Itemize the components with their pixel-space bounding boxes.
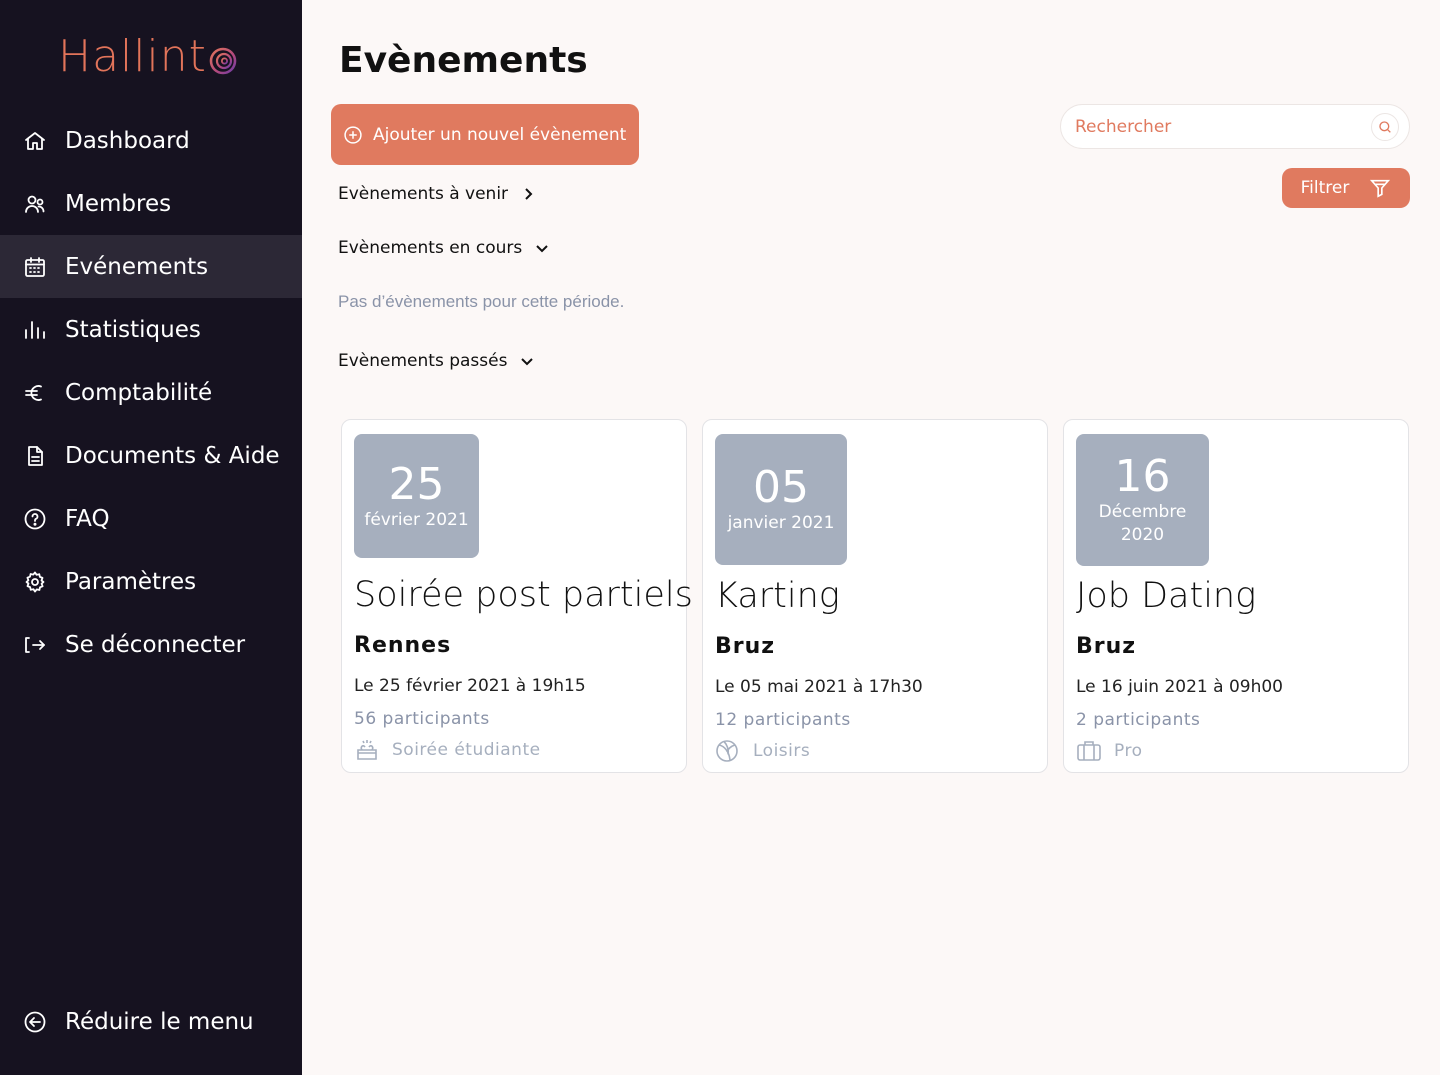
event-city: Bruz — [715, 634, 776, 659]
sidebar-nav: Dashboard Membres Evénements Statistique… — [0, 109, 302, 676]
sidebar-item-label: Comptabilité — [65, 379, 213, 406]
euro-icon — [23, 381, 47, 405]
event-category-label: Soirée étudiante — [392, 740, 541, 760]
collapse-menu: Réduire le menu — [0, 990, 302, 1053]
filter-label: Filtrer — [1300, 178, 1350, 198]
event-participants: 2 participants — [1076, 710, 1201, 730]
add-event-button[interactable]: Ajouter un nouvel évènement — [331, 104, 639, 165]
event-category: Pro — [1076, 739, 1142, 763]
event-participants: 56 participants — [354, 709, 490, 729]
calendar-icon — [23, 255, 47, 279]
event-title: Job Dating — [1076, 576, 1257, 616]
sidebar-item-documents[interactable]: Documents & Aide — [0, 424, 302, 487]
plus-circle-icon — [344, 125, 362, 144]
collapse-menu-button[interactable]: Réduire le menu — [0, 990, 302, 1053]
event-datetime: Le 05 mai 2021 à 17h30 — [715, 677, 923, 697]
briefcase-icon — [1077, 741, 1101, 761]
event-title: Karting — [715, 576, 840, 616]
sidebar-item-comptabilite[interactable]: Comptabilité — [0, 361, 302, 424]
question-icon — [23, 507, 47, 531]
event-date-badge: 05 janvier 2021 — [715, 434, 847, 565]
sidebar-item-parametres[interactable]: Paramètres — [0, 550, 302, 613]
event-month: janvier 2021 — [727, 513, 835, 533]
event-category: Loisirs — [715, 739, 810, 763]
event-datetime: Le 16 juin 2021 à 09h00 — [1076, 677, 1283, 697]
event-month: février 2021 — [364, 509, 469, 530]
event-category-label: Loisirs — [753, 741, 811, 761]
chevron-right-icon — [525, 188, 533, 200]
filter-button[interactable]: Filtrer — [1282, 168, 1410, 208]
chevron-down-icon — [521, 358, 534, 366]
event-date-badge: 16 Décembre 2020 — [1076, 434, 1209, 566]
logo-swirl-icon — [209, 47, 237, 75]
event-datetime: Le 25 février 2021 à 19h15 — [354, 676, 586, 696]
ongoing-empty-message: Pas d’évènements pour cette période. — [338, 292, 625, 311]
event-day: 25 — [388, 458, 445, 510]
sidebar-item-label: Statistiques — [65, 316, 201, 343]
event-date-badge: 25 février 2021 — [354, 434, 479, 558]
event-category-label: Pro — [1114, 741, 1143, 761]
section-past-toggle[interactable]: Evènements passés — [338, 351, 535, 371]
chevron-down-icon — [536, 245, 548, 253]
sidebar-item-faq[interactable]: FAQ — [0, 487, 302, 550]
section-ongoing-label: Evènements en cours — [338, 238, 523, 258]
home-icon — [23, 129, 47, 153]
sidebar-item-label: Evénements — [65, 253, 209, 280]
page-title: Evènements — [339, 40, 588, 81]
gear-icon — [23, 570, 47, 594]
sidebar-item-label: Dashboard — [65, 127, 190, 154]
event-year: 2020 — [1120, 525, 1165, 545]
sidebar-item-evenements[interactable]: Evénements — [0, 235, 302, 298]
event-participants: 12 participants — [715, 710, 851, 730]
section-upcoming-label: Evènements à venir — [338, 184, 509, 204]
section-upcoming-toggle[interactable]: Evènements à venir — [338, 184, 536, 204]
sidebar-item-label: Se déconnecter — [65, 631, 246, 658]
sidebar-item-label: Paramètres — [65, 568, 197, 595]
event-month: Décembre — [1098, 502, 1187, 522]
ball-icon — [716, 740, 738, 762]
arrow-left-circle-icon — [23, 1010, 47, 1034]
collapse-menu-label: Réduire le menu — [65, 1008, 254, 1035]
sidebar-item-label: FAQ — [65, 505, 110, 532]
search-icon — [1379, 121, 1391, 133]
event-day: 16 — [1114, 451, 1171, 502]
event-card[interactable]: 16 Décembre 2020 Job Dating Bruz Le 16 j… — [1063, 419, 1409, 773]
section-ongoing-toggle[interactable]: Evènements en cours — [338, 238, 550, 258]
sidebar-item-statistiques[interactable]: Statistiques — [0, 298, 302, 361]
event-card[interactable]: 05 janvier 2021 Karting Bruz Le 05 mai 2… — [702, 419, 1048, 773]
event-city: Bruz — [1076, 634, 1137, 659]
search-bar — [1060, 104, 1410, 149]
bar-chart-icon — [23, 318, 47, 342]
users-icon — [23, 192, 47, 216]
event-day: 05 — [753, 462, 809, 513]
sidebar-item-logout[interactable]: Se déconnecter — [0, 613, 302, 676]
sidebar-item-label: Documents & Aide — [65, 442, 280, 469]
party-icon — [357, 740, 377, 760]
logout-icon — [23, 633, 47, 657]
sidebar-item-membres[interactable]: Membres — [0, 172, 302, 235]
search-input[interactable] — [1075, 116, 1355, 137]
sidebar-item-label: Membres — [65, 190, 172, 217]
funnel-icon — [1370, 179, 1391, 198]
event-city: Rennes — [354, 633, 452, 658]
search-button[interactable] — [1371, 113, 1399, 141]
logo-text: Hallint — [58, 30, 207, 82]
sidebar-item-dashboard[interactable]: Dashboard — [0, 109, 302, 172]
event-title: Soirée post partiels — [354, 575, 693, 615]
event-category: Soirée étudiante — [354, 738, 541, 762]
logo[interactable]: Hallint — [58, 28, 238, 84]
section-past-label: Evènements passés — [338, 351, 508, 371]
add-event-label: Ajouter un nouvel évènement — [373, 124, 627, 145]
sidebar: Hallint Dashboard Membres Evénements Sta… — [0, 0, 302, 1075]
event-card[interactable]: 25 février 2021 Soirée post partiels Ren… — [341, 419, 693, 773]
document-icon — [23, 444, 47, 468]
